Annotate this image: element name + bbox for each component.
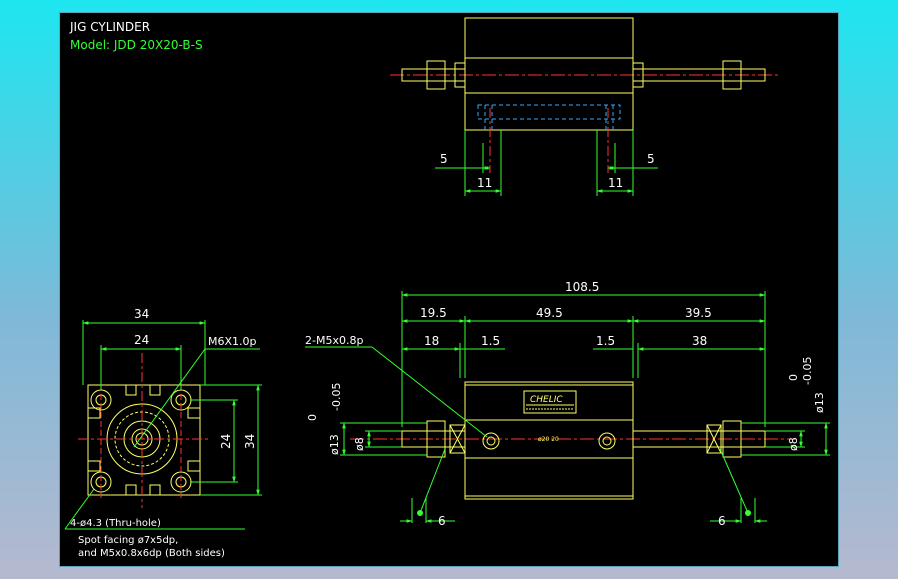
- end-view-width-outer: 34: [134, 307, 149, 321]
- tol-right-upper: 0: [787, 374, 800, 381]
- port-thread-label: 2-M5x0.8p: [305, 334, 363, 347]
- rod-dia-right: ø8: [787, 437, 800, 451]
- dim-seg-middle: 49.5: [536, 306, 563, 320]
- model-number: Model: JDD 20X20-B-S: [70, 38, 203, 52]
- holes-note: 4-ø4.3 (Thru-hole): [70, 518, 161, 529]
- top-view-hidden-bore: [477, 104, 621, 120]
- brand-label: CHELIC: [530, 395, 563, 405]
- cad-drawing: JIG CYLINDER Model: JDD 20X20-B-S 5 11 5…: [64, 17, 830, 559]
- center-thread-label: M6X1.0p: [208, 335, 257, 348]
- tol-left-dia: ø13: [328, 434, 341, 455]
- end-view: 34 24 24 34 M6X1.0p 4-ø4.3 (Thru-hole) S…: [64, 307, 262, 559]
- end-view-height-outer: 34: [243, 434, 257, 449]
- dim-seg-left: 19.5: [420, 306, 447, 320]
- side-view: CHELIC ø20 20 108.5 19.5 49.5 39.5 18 1.…: [305, 280, 830, 528]
- dim-left-small: 5: [440, 152, 448, 166]
- dim-seg-right: 39.5: [685, 306, 712, 320]
- tol-right-dia: ø13: [813, 392, 826, 413]
- dim-right-small: 5: [647, 152, 655, 166]
- drawing-title: JIG CYLINDER: [69, 20, 150, 34]
- drawing-canvas: JIG CYLINDER Model: JDD 20X20-B-S 5 11 5…: [60, 13, 838, 566]
- dim-left-wide: 11: [477, 176, 492, 190]
- flat-left: 6: [438, 514, 446, 528]
- end-view-width-inner: 24: [134, 333, 149, 347]
- tol-left-upper: 0: [306, 414, 319, 421]
- spot-facing-note-2: and M5x0.8x6dp (Both sides): [78, 548, 225, 559]
- spot-facing-note-1: Spot facing ø7x5dp,: [78, 535, 178, 546]
- dim-rod-right: 38: [692, 334, 707, 348]
- body-marking: ø20 20: [538, 436, 559, 443]
- thread-leader: [133, 348, 206, 448]
- dim-right-wide: 11: [608, 176, 623, 190]
- end-view-height-inner: 24: [219, 434, 233, 449]
- flat-right: 6: [718, 514, 726, 528]
- dim-gap-left: 1.5: [481, 334, 500, 348]
- dim-gap-right: 1.5: [596, 334, 615, 348]
- rod-dia-left: ø8: [353, 437, 366, 451]
- tol-left-lower: -0.05: [330, 383, 343, 411]
- top-view: 5 11 5 11: [390, 17, 780, 196]
- dim-rod-left: 18: [424, 334, 439, 348]
- dim-overall-length: 108.5: [565, 280, 599, 294]
- port-right: [598, 432, 616, 450]
- tol-right-lower: -0.05: [801, 357, 814, 385]
